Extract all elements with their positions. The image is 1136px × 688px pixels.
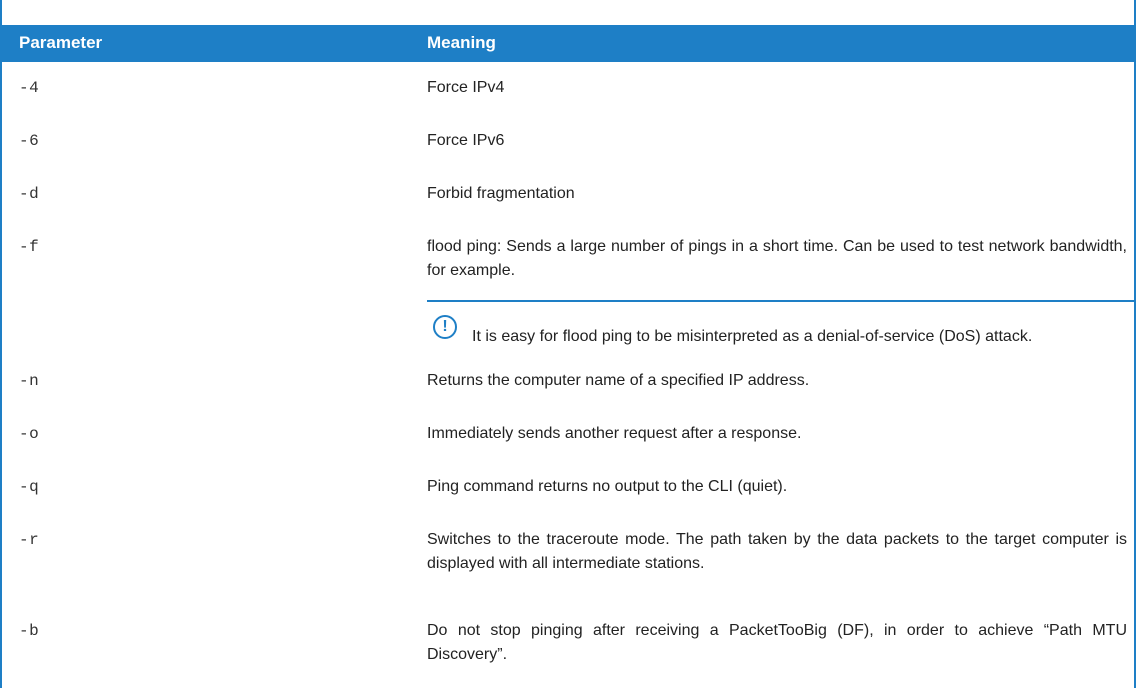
meaning-cell: Immediately sends another request after … bbox=[427, 425, 802, 442]
param-cell: -q bbox=[19, 478, 40, 496]
note-divider bbox=[427, 300, 1134, 302]
meaning-cell: Force IPv4 bbox=[427, 79, 505, 96]
exclamation-circle-icon: ! bbox=[433, 315, 457, 339]
table-header: Parameter Meaning bbox=[2, 25, 1134, 62]
header-parameter: Parameter bbox=[19, 33, 103, 52]
meaning-cell: Forbid fragmentation bbox=[427, 185, 575, 202]
param-cell: -r bbox=[19, 531, 40, 549]
parameter-table: Parameter Meaning -4 Force IPv4 -6 Force… bbox=[0, 0, 1136, 688]
param-cell: -6 bbox=[19, 132, 40, 150]
meaning-cell: Switches to the traceroute mode. The pat… bbox=[427, 531, 1127, 572]
note-text: It is easy for flood ping to be misinter… bbox=[472, 328, 1033, 345]
param-cell: -o bbox=[19, 425, 40, 443]
param-cell: -d bbox=[19, 185, 40, 203]
param-cell: -f bbox=[19, 238, 40, 256]
param-cell: -4 bbox=[19, 79, 40, 97]
param-cell: -b bbox=[19, 622, 40, 640]
meaning-cell: Returns the computer name of a specified… bbox=[427, 372, 810, 389]
meaning-cell: Ping command returns no output to the CL… bbox=[427, 478, 788, 495]
meaning-cell: flood ping: Sends a large number of ping… bbox=[427, 238, 1127, 279]
param-cell: -n bbox=[19, 372, 40, 390]
meaning-cell: Do not stop pinging after receiving a Pa… bbox=[427, 622, 1127, 663]
meaning-cell: Force IPv6 bbox=[427, 132, 505, 149]
header-meaning: Meaning bbox=[427, 33, 496, 52]
